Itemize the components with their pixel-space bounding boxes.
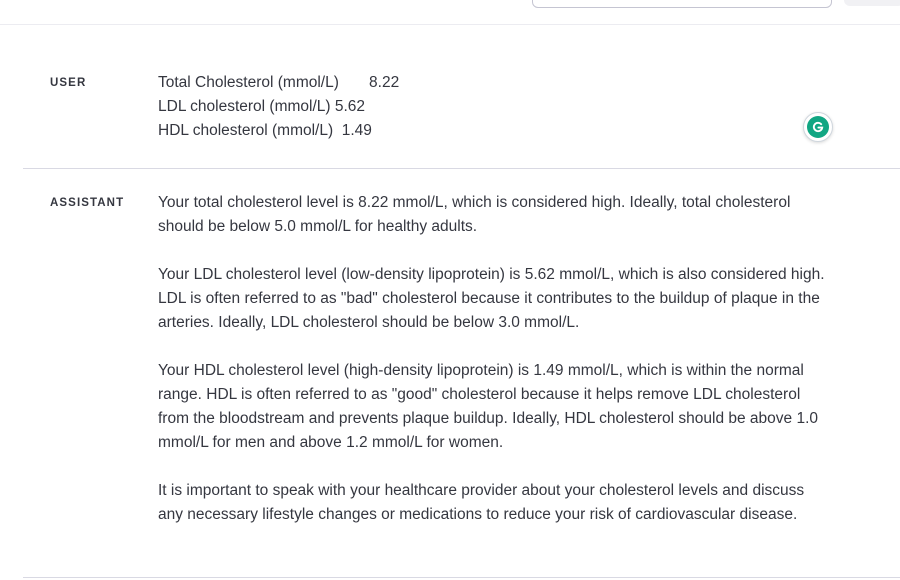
- user-message-line: Total Cholesterol (mmol/L) 8.22: [158, 74, 400, 91]
- assistant-message-row: ASSISTANT Your total cholesterol level i…: [23, 180, 900, 578]
- user-message-line: LDL cholesterol (mmol/L) 5.62: [158, 98, 366, 115]
- grammarly-icon: [807, 116, 829, 138]
- user-role-label: USER: [50, 77, 87, 89]
- top-input-field[interactable]: [532, 0, 832, 8]
- assistant-role-label: ASSISTANT: [50, 197, 125, 209]
- assistant-paragraph: Your total cholesterol level is 8.22 mmo…: [158, 194, 791, 235]
- assistant-paragraph: Your LDL cholesterol level (low-density …: [158, 266, 825, 331]
- chat-page: USER Total Cholesterol (mmol/L) 8.22 LDL…: [0, 0, 900, 580]
- grammarly-button[interactable]: [803, 112, 833, 142]
- user-message-content[interactable]: Total Cholesterol (mmol/L) 8.22 LDL chol…: [158, 71, 828, 143]
- assistant-paragraph: Your HDL cholesterol level (high-density…: [158, 362, 819, 451]
- top-action-button[interactable]: [844, 0, 900, 6]
- top-bar: [0, 0, 900, 25]
- assistant-paragraph: It is important to speak with your healt…: [158, 482, 805, 523]
- assistant-message-content: Your total cholesterol level is 8.22 mmo…: [158, 191, 828, 527]
- user-message-line: HDL cholesterol (mmol/L) 1.49: [158, 122, 372, 139]
- user-message-row: USER Total Cholesterol (mmol/L) 8.22 LDL…: [23, 60, 900, 169]
